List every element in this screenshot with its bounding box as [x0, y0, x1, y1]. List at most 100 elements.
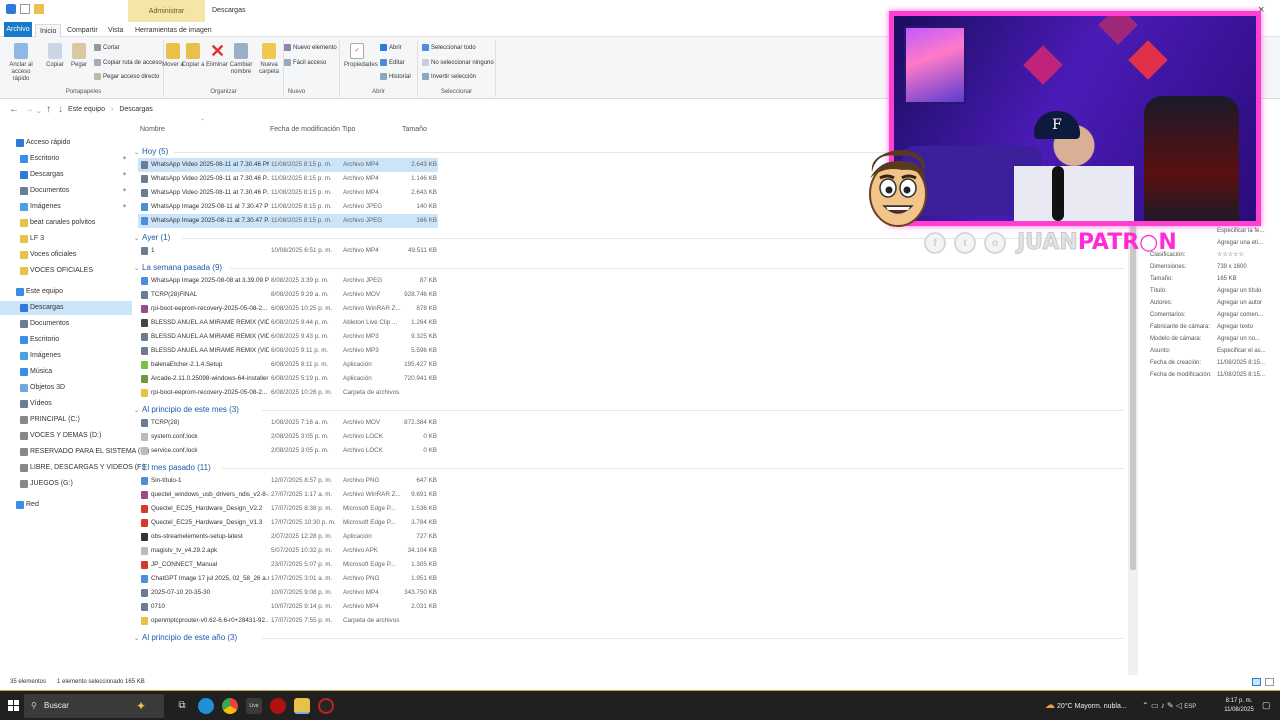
copy-button[interactable]: Copiar: [42, 43, 68, 69]
sidebar-item[interactable]: Música: [0, 365, 132, 379]
column-header-date[interactable]: Fecha de modificación: [270, 126, 340, 133]
file-row[interactable]: magistv_tv_v4.29.2.apk 5/07/2025 10:32 p.…: [138, 544, 438, 558]
detail-value[interactable]: Agregar un no...: [1217, 333, 1277, 345]
file-row[interactable]: 0710 10/07/2025 9:14 p. m. Archivo MP4 2.03…: [138, 600, 438, 614]
group-header[interactable]: ⌄ Al principio de este año (3): [134, 632, 237, 644]
group-header[interactable]: ⌄ Ayer (1): [134, 232, 170, 244]
file-row[interactable]: BLESSD ANUEL AA MIRAME REMIX (VID... 6/08…: [138, 330, 438, 344]
group-header[interactable]: ⌄ El mes pasado (11): [134, 462, 211, 474]
file-row[interactable]: BLESSD ANUEL AA MIRAME REMIX (VID... 6/08…: [138, 316, 438, 330]
delete-button[interactable]: ✕ Eliminar: [204, 42, 230, 69]
copy-to-button[interactable]: Copiar a: [180, 43, 206, 69]
context-tab-administrar[interactable]: Administrar: [128, 0, 205, 22]
file-explorer-icon[interactable]: [294, 698, 310, 714]
edge-browser-icon[interactable]: [198, 698, 214, 714]
folder-icon[interactable]: [34, 4, 44, 14]
file-row[interactable]: balenaEtcher-2.1.4.Setup 6/08/2025 8:11 p…: [138, 358, 438, 372]
windows-start-icon[interactable]: [8, 700, 20, 712]
pin-icon[interactable]: ✦: [122, 200, 127, 214]
tab-herramientas-imagen[interactable]: Herramientas de imagen: [135, 24, 212, 37]
collapse-chevron-icon[interactable]: ⌄: [134, 633, 142, 645]
breadcrumb-downloads[interactable]: Descargas: [119, 106, 152, 113]
file-row[interactable]: WhatsApp Image 2025-08-11 at 7.30.47 PM 1…: [138, 200, 438, 214]
file-row[interactable]: Quectel_EC25_Hardware_Design_V1.3 17/07/2…: [138, 516, 438, 530]
file-row[interactable]: openmptcprouter-v0.62-6.6-r0+28431-92...…: [138, 614, 438, 628]
tab-compartir[interactable]: Compartir: [67, 24, 98, 37]
undo-icon[interactable]: [6, 4, 16, 14]
sidebar-item[interactable]: Voces oficiales: [0, 248, 132, 262]
sidebar-item[interactable]: beat canales polvitos: [0, 216, 132, 230]
file-row[interactable]: WhatsApp Image 2025-08-11 at 7.30.47 P..…: [138, 214, 438, 228]
network-icon[interactable]: ▭: [1151, 701, 1159, 710]
file-row[interactable]: Sin-título-1 12/07/2025 8:57 p. m. Archivo…: [138, 474, 438, 488]
new-item-button[interactable]: Nuevo elemento: [284, 44, 337, 51]
file-row[interactable]: rpi-boot-eeprom-recovery-2025-05-08-2...…: [138, 302, 438, 316]
file-row[interactable]: quectel_windows_usb_drivers_ndis_v2-8-..…: [138, 488, 438, 502]
copy-path-button[interactable]: Copiar ruta de acceso: [94, 59, 162, 66]
column-header-type[interactable]: Tipo: [342, 126, 355, 133]
sidebar-item[interactable]: Documentos ✦: [0, 184, 132, 198]
column-header-size[interactable]: Tamaño: [402, 126, 427, 133]
edit-button[interactable]: Editar: [380, 59, 405, 66]
sidebar-item[interactable]: LF 3: [0, 232, 132, 246]
speaker-icon[interactable]: ♪: [1161, 701, 1165, 710]
file-row[interactable]: BLESSD ANUEL AA MIRAME REMIX (VID... 6/08…: [138, 344, 438, 358]
detail-value[interactable]: Agregar comen...: [1217, 309, 1277, 321]
pin-icon[interactable]: ✦: [122, 184, 127, 198]
sidebar-item[interactable]: Red: [0, 498, 132, 512]
back-arrow-icon[interactable]: ←: [9, 104, 19, 115]
obs-icon[interactable]: [318, 698, 334, 714]
tab-vista[interactable]: Vista: [108, 24, 123, 37]
sidebar-item[interactable]: VOCES Y DEMAS (D:): [0, 429, 132, 443]
file-row[interactable]: Arcade-2.11.0.25098-windows-64-installer…: [138, 372, 438, 386]
sidebar-item[interactable]: Imágenes ✦: [0, 200, 132, 214]
detail-value[interactable]: 11/08/2025 8:15...: [1217, 357, 1277, 369]
sidebar-item[interactable]: Vídeos: [0, 397, 132, 411]
detail-value[interactable]: Especificar el as...: [1217, 345, 1277, 357]
properties-button[interactable]: ✓ Propiedades: [344, 43, 378, 69]
cut-button[interactable]: Cortar: [94, 44, 120, 51]
weather-widget[interactable]: ☁ 20°C Mayorm. nubla...: [1045, 691, 1127, 720]
task-view-icon[interactable]: ⧉: [174, 698, 190, 714]
file-row[interactable]: WhatsApp Video 2025-08-11 at 7.30.46 P..…: [138, 172, 438, 186]
sidebar-item[interactable]: Descargas ✦: [0, 168, 132, 182]
file-row[interactable]: JP_CONNECT_Manual 23/07/2025 5:07 p. m. Mi…: [138, 558, 438, 572]
detail-value[interactable]: 165 KB: [1217, 273, 1277, 285]
sidebar-item[interactable]: Acceso rápido: [0, 136, 132, 150]
sidebar-item[interactable]: Documentos: [0, 317, 132, 331]
detail-value[interactable]: 739 x 1600: [1217, 261, 1277, 273]
sidebar-item[interactable]: PRINCIPAL (C:): [0, 413, 132, 427]
open-button[interactable]: Abrir: [380, 44, 402, 51]
detail-value[interactable]: Agregar un autor: [1217, 297, 1277, 309]
rename-button[interactable]: Cambiar nombre: [228, 43, 254, 76]
file-row[interactable]: 1 10/08/2025 6:51 p. m. Archivo MP4 49.511 …: [138, 244, 438, 258]
sidebar-item[interactable]: Descargas: [0, 301, 132, 315]
sidebar-item[interactable]: JUEGOS (G:): [0, 477, 132, 491]
sidebar-item[interactable]: Escritorio ✦: [0, 152, 132, 166]
easy-access-button[interactable]: Fácil acceso: [284, 59, 326, 66]
file-row[interactable]: TCRP(28)FINAL 8/08/2025 9:29 a. m. Archivo…: [138, 288, 438, 302]
opera-browser-icon[interactable]: [270, 698, 286, 714]
ableton-icon[interactable]: Live: [246, 698, 262, 714]
details-view-icon[interactable]: [1252, 678, 1261, 686]
file-row[interactable]: service.conf.lock 2/08/2025 3:05 p. m. Arc…: [138, 444, 438, 458]
group-header[interactable]: ⌄ Al principio de este mes (3): [134, 404, 239, 416]
pin-icon[interactable]: ✦: [122, 152, 127, 166]
clock[interactable]: 8:17 p. m. 11/08/2025: [1219, 697, 1259, 715]
sidebar-item[interactable]: RESERVADO PARA EL SISTEMA (E:): [0, 445, 149, 459]
paste-button[interactable]: Pegar: [66, 43, 92, 69]
tab-inicio[interactable]: Inicio: [35, 24, 62, 37]
column-header-name[interactable]: Nombre: [140, 126, 165, 133]
detail-value[interactable]: Agregar texto: [1217, 321, 1277, 333]
forward-arrow-icon[interactable]: →: [24, 104, 34, 115]
breadcrumb-this-pc[interactable]: Este equipo: [68, 106, 105, 113]
file-row[interactable]: system.conf.lock 2/08/2025 3:05 p. m. Arch…: [138, 430, 438, 444]
file-row[interactable]: WhatsApp Image 2025-08-08 at 3.39.09 PM 8…: [138, 274, 438, 288]
tab-archivo[interactable]: Archivo: [4, 22, 32, 37]
select-none-button[interactable]: No seleccionar ninguno: [422, 59, 494, 66]
detail-value[interactable]: Agregar un título: [1217, 285, 1277, 297]
chrome-browser-icon[interactable]: [222, 698, 238, 714]
group-header[interactable]: ⌄ La semana pasada (9): [134, 262, 222, 274]
up-arrow-icon[interactable]: ↑: [46, 104, 51, 115]
select-all-button[interactable]: Seleccionar todo: [422, 44, 476, 51]
